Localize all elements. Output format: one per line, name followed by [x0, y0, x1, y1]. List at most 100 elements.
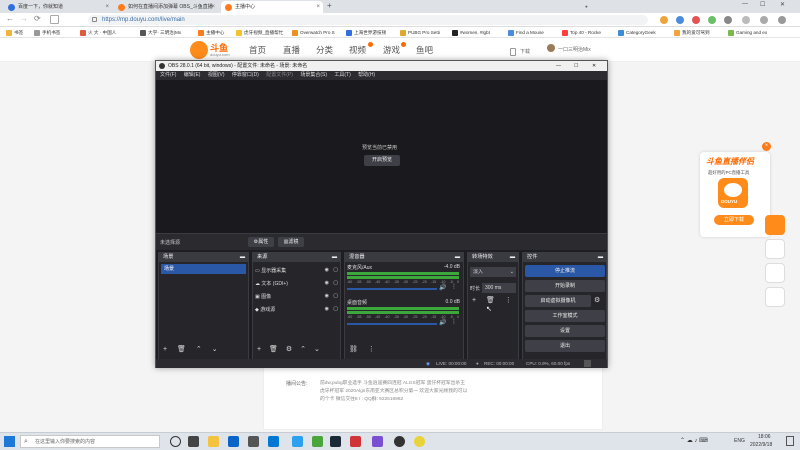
bookmark-item[interactable]: #women, #lgbt: [452, 28, 490, 37]
browser-tab-active[interactable]: 主播中心 ×: [221, 1, 323, 13]
lock-icon[interactable]: ▢: [333, 280, 338, 286]
source-item[interactable]: ▭ 显示器采集 ◉ ▢: [255, 267, 339, 280]
menu-icon[interactable]: [742, 16, 750, 24]
start-recording-button[interactable]: 开始录制: [525, 280, 605, 292]
bookmark-item[interactable]: 上海世界游技顿: [346, 28, 386, 37]
nav-category[interactable]: 分类: [316, 44, 333, 56]
bookmark-item[interactable]: 火 大 · 中国人: [80, 28, 116, 37]
nav-home[interactable]: 首页: [249, 44, 266, 56]
browser-tab[interactable]: 如何在直播间添加弹幕 OBS_斗鱼直播 ×: [114, 1, 218, 13]
network-icon[interactable]: ⛓: [349, 346, 358, 353]
more-icon[interactable]: ⋮: [505, 297, 512, 304]
volume-slider[interactable]: [347, 288, 437, 290]
download-link[interactable]: 下载: [520, 48, 530, 55]
edge-icon[interactable]: [228, 436, 239, 447]
exit-button[interactable]: 退出: [525, 340, 605, 352]
remove-icon[interactable]: 🗑: [269, 346, 278, 353]
nav-games[interactable]: 游戏: [383, 44, 400, 56]
remove-icon[interactable]: 🗑: [486, 297, 495, 304]
bookmark-item[interactable]: 我的爱可驾到: [674, 28, 710, 37]
bookmark-item[interactable]: PUBG Pro Setti: [400, 28, 440, 37]
extension-icon[interactable]: [708, 16, 716, 24]
home-side-icon[interactable]: [765, 239, 785, 259]
more-icon[interactable]: ⋮: [368, 346, 375, 353]
notification-icon[interactable]: [786, 436, 794, 446]
promo-download-button[interactable]: 立即下载: [714, 215, 754, 225]
menu-tools[interactable]: 工具(T): [334, 72, 350, 78]
clock-date[interactable]: 2022/9/18: [750, 442, 772, 448]
bookmark-item[interactable]: Top 40 - Rocke: [562, 28, 601, 37]
extension-icon[interactable]: [660, 16, 668, 24]
profile-icon[interactable]: [724, 16, 732, 24]
enable-preview-button[interactable]: 开启预览: [364, 155, 400, 166]
maximize-icon[interactable]: ☐: [574, 61, 578, 71]
settings-button[interactable]: 设置: [525, 325, 605, 337]
maximize-icon[interactable]: ☐: [760, 1, 765, 8]
browser-tab[interactable]: 百度一下，你就知道 ×: [4, 1, 112, 13]
close-icon[interactable]: ×: [211, 1, 215, 13]
speaker-icon[interactable]: 🔊: [439, 284, 446, 291]
eye-icon[interactable]: ◉: [325, 306, 329, 312]
dock-menu-icon[interactable]: ▬: [455, 253, 460, 262]
cortana-icon[interactable]: [170, 436, 181, 447]
close-icon[interactable]: ×: [105, 1, 109, 13]
clock-time[interactable]: 18:06: [758, 434, 771, 440]
more-icon[interactable]: ⋮: [451, 283, 457, 290]
bookmark-item[interactable]: Overwatch Pro S: [292, 28, 335, 37]
bookmark-item[interactable]: 虎牙视频_直播帮忙: [236, 28, 283, 37]
eye-icon[interactable]: ◉: [325, 267, 329, 273]
transition-select[interactable]: 淡入 ⌄: [470, 267, 516, 277]
duration-input[interactable]: 300 ms: [482, 283, 516, 293]
move-up-icon[interactable]: ⌃: [196, 346, 202, 353]
store-icon[interactable]: [268, 436, 279, 447]
reload-icon[interactable]: ⟳: [34, 14, 41, 23]
dock-menu-icon[interactable]: ▬: [510, 253, 515, 262]
add-icon[interactable]: +: [257, 346, 261, 353]
windows-start-icon[interactable]: [4, 436, 15, 447]
language-indicator[interactable]: ENG: [734, 438, 745, 444]
back-icon[interactable]: ←: [6, 14, 14, 23]
lock-icon[interactable]: ▢: [333, 293, 338, 299]
move-down-icon[interactable]: ⌄: [212, 346, 218, 353]
move-down-icon[interactable]: ⌄: [314, 346, 320, 353]
remove-icon[interactable]: 🗑: [177, 346, 186, 353]
bookmark-item[interactable]: 书签: [6, 28, 23, 37]
obs-icon[interactable]: [394, 436, 405, 447]
menu-profile[interactable]: 配置文件(P): [266, 72, 293, 78]
add-icon[interactable]: +: [472, 297, 476, 304]
chat-side-icon[interactable]: [765, 287, 785, 307]
bookmark-item[interactable]: Find a Mouse: [508, 28, 544, 37]
volume-slider[interactable]: [347, 323, 437, 325]
username[interactable]: 一口三明治Mix: [558, 46, 591, 53]
dock-menu-icon[interactable]: ▬: [332, 253, 337, 262]
url-field[interactable]: https://mp.douyu.com/live/main: [88, 15, 648, 25]
bookmark-item[interactable]: 手机书签: [34, 28, 60, 37]
lock-icon[interactable]: ▢: [333, 306, 338, 312]
menu-scene-collection[interactable]: 场景集合(S): [300, 72, 327, 78]
forward-icon[interactable]: →: [20, 14, 28, 23]
new-tab-button[interactable]: +: [327, 1, 332, 10]
browser-icon[interactable]: [292, 436, 303, 447]
close-icon[interactable]: ×: [316, 1, 320, 13]
app-icon[interactable]: [372, 436, 383, 447]
studio-mode-button[interactable]: 工作室模式: [525, 310, 605, 322]
speaker-icon[interactable]: 🔊: [439, 319, 446, 326]
bookmark-item[interactable]: CategoryGeek: [618, 28, 656, 37]
more-icon[interactable]: ⋮: [451, 318, 457, 325]
home-icon[interactable]: [50, 15, 59, 24]
nav-live[interactable]: 直播: [283, 44, 300, 56]
source-item[interactable]: ◆ 游戏源 ◉ ▢: [255, 306, 339, 319]
bookmark-item[interactable]: 大学· 三明治|Mx: [140, 28, 181, 37]
minimize-icon[interactable]: —: [556, 61, 561, 71]
menu-file[interactable]: 文件(F): [160, 72, 176, 78]
stop-streaming-button[interactable]: 停止推流: [525, 265, 605, 277]
bookmark-item[interactable]: 主播中心: [198, 28, 224, 37]
lock-icon[interactable]: ▢: [333, 267, 338, 273]
app-icon[interactable]: [414, 436, 425, 447]
download-icon[interactable]: [760, 16, 768, 24]
tray-icons[interactable]: ⌃ ☁ ♪ ⌨: [680, 437, 708, 444]
add-icon[interactable]: +: [163, 346, 167, 353]
menu-view[interactable]: 视图(V): [208, 72, 225, 78]
close-icon[interactable]: ×: [762, 142, 771, 151]
nav-video[interactable]: 视频: [349, 44, 366, 56]
